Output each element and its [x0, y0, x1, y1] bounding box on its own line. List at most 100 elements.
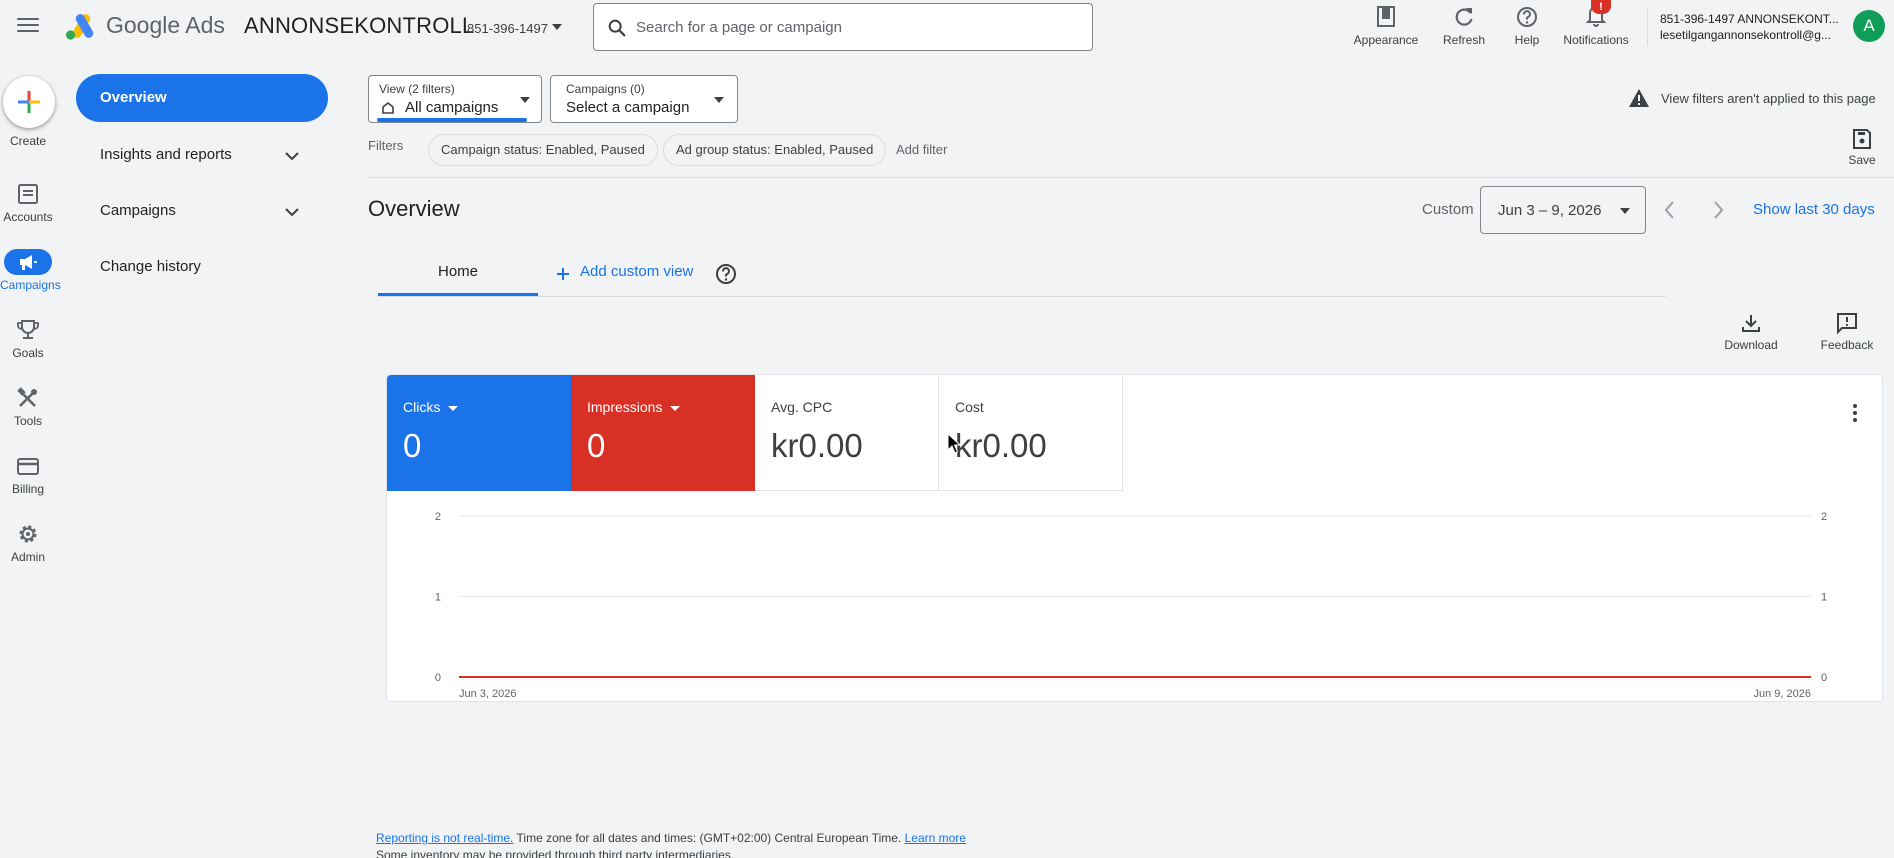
x-tick-label: Jun 3, 2026 — [459, 688, 517, 700]
rail-create-label[interactable]: Create — [0, 134, 56, 148]
chevron-down-icon[interactable] — [283, 147, 301, 165]
view-filter-dropdown[interactable]: View (2 filters) All campaigns — [368, 75, 542, 123]
appearance-icon — [1377, 6, 1395, 27]
add-custom-view-button[interactable]: Add custom view — [580, 263, 693, 280]
view-filter-underline — [377, 118, 527, 122]
feedback-label: Feedback — [1820, 338, 1874, 352]
date-range-value: Jun 3 – 9, 2026 — [1498, 202, 1602, 219]
appearance-label: Appearance — [1353, 33, 1419, 47]
dropdown-arrow-icon — [448, 405, 459, 411]
campaign-selector-dropdown[interactable]: Campaigns (0) Select a campaign — [550, 75, 738, 123]
tab-home[interactable]: Home — [378, 263, 538, 280]
rail-tools-label[interactable]: Tools — [0, 414, 56, 428]
more-options-icon[interactable] — [1843, 401, 1867, 425]
save-button[interactable]: Save — [1842, 128, 1882, 167]
campaign-selector-value: Select a campaign — [566, 99, 690, 116]
trophy-icon[interactable] — [15, 318, 41, 342]
accounts-icon[interactable] — [15, 182, 41, 206]
nav-insights-reports[interactable]: Insights and reports — [100, 146, 232, 163]
date-range-type: Custom — [1422, 201, 1474, 218]
footer-inventory-note: Some inventory may be provided through t… — [376, 848, 735, 858]
divider — [1647, 8, 1648, 46]
learn-more-link[interactable]: Learn more — [905, 831, 966, 845]
date-range-picker[interactable]: Jun 3 – 9, 2026 — [1480, 186, 1646, 234]
dropdown-arrow-icon — [1620, 208, 1630, 214]
chevron-right-icon[interactable] — [1708, 198, 1728, 222]
help-icon[interactable] — [715, 263, 737, 285]
view-filter-value: All campaigns — [405, 99, 499, 116]
dropdown-arrow-icon — [714, 97, 724, 103]
y-tick-label: 2 — [435, 511, 441, 523]
y-tick-label: 0 — [435, 672, 441, 684]
chevron-down-icon[interactable] — [283, 203, 301, 221]
rail-admin-label[interactable]: Admin — [0, 550, 56, 564]
cost-metric-tile[interactable]: Cost kr0.00 — [939, 375, 1123, 491]
cost-label: Cost — [955, 399, 984, 415]
rail-billing-label[interactable]: Billing — [0, 482, 56, 496]
nav-campaigns[interactable]: Campaigns — [100, 202, 176, 219]
performance-card: Clicks 0 Impressions 0 Avg. CPC kr0.00 C… — [386, 374, 1883, 702]
clicks-metric-tile[interactable]: Clicks 0 — [387, 375, 571, 491]
chevron-left-icon[interactable] — [1660, 198, 1680, 222]
search-input[interactable]: Search for a page or campaign — [593, 3, 1093, 51]
megaphone-icon — [20, 255, 37, 270]
refresh-icon — [1455, 8, 1473, 26]
create-button[interactable] — [3, 76, 55, 128]
filter-chip-campaign-status[interactable]: Campaign status: Enabled, Paused — [428, 134, 658, 166]
clicks-value: 0 — [403, 427, 422, 464]
campaign-count: Campaigns (0) — [566, 82, 645, 96]
y2-tick-label: 2 — [1821, 511, 1827, 523]
save-icon — [1853, 129, 1871, 149]
account-switcher-email[interactable]: lesetilgangannonsekontroll@g... — [1660, 28, 1831, 42]
view-filter-count: View (2 filters) — [379, 82, 455, 96]
footer-realtime-note: Reporting is not real-time. Time zone fo… — [376, 831, 966, 845]
tools-icon[interactable] — [15, 386, 41, 410]
dropdown-arrow-icon — [670, 405, 681, 411]
show-last-30-days-link[interactable]: Show last 30 days — [1753, 201, 1875, 218]
warning-icon — [1629, 89, 1649, 107]
google-ads-logo — [65, 14, 94, 40]
y2-tick-label: 0 — [1821, 672, 1827, 684]
main-menu-icon[interactable] — [14, 14, 42, 40]
help-button[interactable]: Help — [1502, 0, 1552, 54]
rail-goals-label[interactable]: Goals — [0, 346, 56, 360]
notification-badge: ! — [1591, 0, 1611, 14]
avg-cpc-metric-tile[interactable]: Avg. CPC kr0.00 — [755, 375, 939, 491]
download-label: Download — [1724, 338, 1778, 352]
mouse-cursor-icon — [947, 433, 961, 454]
top-app-bar: Google Ads ANNONSEKONTROLL 851-396-1497 … — [0, 0, 1894, 54]
filters-notice: View filters aren't applied to this page — [1661, 91, 1876, 106]
x-tick-label: Jun 9, 2026 — [1754, 688, 1812, 700]
nav-overview[interactable]: Overview — [76, 74, 328, 122]
y-tick-label: 1 — [435, 592, 441, 604]
impressions-metric-tile[interactable]: Impressions 0 — [571, 375, 755, 491]
plus-icon[interactable] — [555, 266, 571, 282]
avatar[interactable]: A — [1853, 10, 1885, 42]
reporting-realtime-link[interactable]: Reporting is not real-time. — [376, 831, 513, 845]
impressions-label: Impressions — [587, 399, 681, 415]
nav-change-history[interactable]: Change history — [100, 258, 201, 275]
filters-label: Filters — [368, 138, 404, 153]
notifications-label: Notifications — [1563, 33, 1629, 47]
refresh-button[interactable]: Refresh — [1432, 0, 1496, 54]
filter-chip-ad-group-status[interactable]: Ad group status: Enabled, Paused — [663, 134, 887, 166]
appearance-button[interactable]: Appearance — [1346, 0, 1426, 54]
performance-chart: 0 1 2 0 1 2 Jun 3, 2026 Jun 9, 2026 — [435, 511, 1827, 700]
clicks-label: Clicks — [403, 399, 459, 415]
timezone-text: Time zone for all dates and times: (GMT+… — [516, 831, 902, 845]
account-caret-icon[interactable] — [550, 20, 564, 34]
gear-icon[interactable] — [15, 522, 41, 546]
billing-icon[interactable] — [15, 454, 41, 478]
download-button[interactable]: Download — [1716, 312, 1786, 352]
product-name: Google Ads — [106, 12, 225, 38]
add-filter-button[interactable]: Add filter — [896, 142, 947, 157]
feedback-button[interactable]: Feedback — [1812, 312, 1882, 352]
rail-accounts-label[interactable]: Accounts — [0, 210, 56, 224]
plus-icon — [18, 91, 40, 113]
account-switcher-name[interactable]: 851-396-1497 ANNONSEKONT... — [1660, 12, 1839, 26]
account-name[interactable]: ANNONSEKONTROLL — [244, 13, 474, 39]
account-id[interactable]: 851-396-1497 — [467, 21, 548, 36]
rail-campaigns-label[interactable]: Campaigns — [0, 278, 61, 292]
help-icon — [1517, 7, 1537, 27]
dropdown-arrow-icon — [520, 97, 530, 103]
